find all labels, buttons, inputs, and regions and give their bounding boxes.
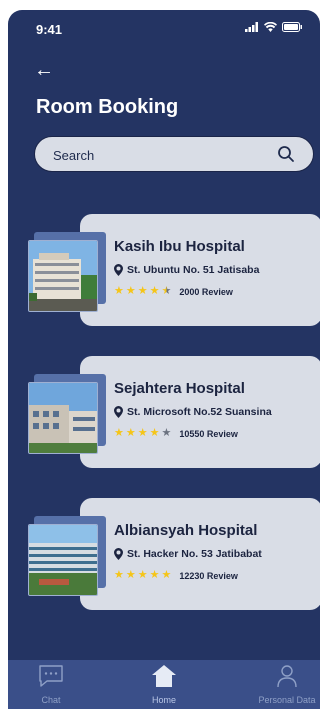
star-icon: ★ [149, 427, 160, 439]
star-icon: ★ [149, 285, 160, 297]
hospital-photo-2 [28, 382, 98, 454]
star-icon: ★ [114, 285, 124, 297]
nav-chat[interactable]: Chat [16, 664, 86, 705]
hospital-name: Albiansyah Hospital [114, 522, 258, 539]
star-icon: ★ [125, 569, 136, 581]
review-count: 2000 Review [179, 286, 233, 297]
hospital-card-2[interactable]: Sejahtera Hospital St. Microsoft No.52 S… [80, 356, 320, 468]
search-input[interactable] [51, 137, 275, 173]
search-bar [34, 136, 314, 173]
star-rating: ★ ★ ★ ★ ★ [114, 428, 171, 439]
hospital-name: Kasih Ibu Hospital [114, 238, 245, 255]
star-icon: ★ [114, 569, 124, 581]
location-pin-icon [114, 548, 123, 560]
star-rating: ★ ★ ★ ★ ★ [114, 286, 171, 297]
star-icon: ★ [161, 285, 172, 297]
star-icon: ★ [125, 285, 136, 297]
nav-personal-data-label: Personal Data [258, 695, 316, 705]
phone-screen: 9:41 ← Room Booking Search Kasih Ibu Hos… [8, 10, 320, 709]
review-count: 10550 Review [179, 428, 238, 439]
user-icon [277, 665, 297, 688]
hospital-photo-1 [28, 240, 98, 312]
star-icon: ★ [149, 569, 160, 581]
signal-icon [245, 22, 258, 32]
star-icon: ★ [137, 569, 148, 581]
address-text: St. Hacker No. 53 Jatibabat [127, 548, 262, 560]
star-icon: ★ [125, 427, 136, 439]
nav-home[interactable]: Home [129, 664, 199, 705]
star-icon: ★ [114, 427, 124, 439]
search-icon[interactable] [277, 145, 295, 163]
rating-row: ★ ★ ★ ★ ★ 12230 Review [114, 570, 238, 581]
status-bar: 9:41 [8, 10, 320, 46]
star-icon: ★ [161, 427, 172, 439]
rating-row: ★ ★ ★ ★ ★ 2000 Review [114, 286, 233, 297]
status-time: 9:41 [36, 22, 63, 37]
back-arrow-icon: ← [34, 59, 54, 81]
page-title: Room Booking [36, 96, 179, 118]
battery-icon [282, 22, 302, 32]
hospital-photo-3 [28, 524, 98, 596]
address-text: St. Ubuntu No. 51 Jatisaba [127, 264, 260, 276]
location-pin-icon [114, 264, 123, 276]
nav-personal-data[interactable]: Personal Data [252, 664, 320, 705]
back-button[interactable]: ← [34, 60, 54, 80]
location-pin-icon [114, 406, 123, 418]
status-icons [245, 22, 302, 32]
hospital-address: St. Microsoft No.52 Suansina [114, 406, 272, 418]
star-icon: ★ [161, 569, 172, 581]
hospital-card-3[interactable]: Albiansyah Hospital St. Hacker No. 53 Ja… [80, 498, 320, 610]
star-icon: ★ [137, 285, 148, 297]
review-count: 12230 Review [179, 570, 238, 581]
nav-chat-label: Chat [41, 695, 61, 705]
address-text: St. Microsoft No.52 Suansina [127, 406, 272, 418]
home-icon [152, 665, 176, 687]
hospital-name: Sejahtera Hospital [114, 380, 245, 397]
hospital-card-1[interactable]: Kasih Ibu Hospital St. Ubuntu No. 51 Jat… [80, 214, 320, 326]
nav-home-label: Home [151, 695, 176, 705]
hospital-address: St. Ubuntu No. 51 Jatisaba [114, 264, 259, 276]
bottom-navigation: Chat Home Personal Data [8, 660, 320, 709]
star-icon: ★ [137, 427, 148, 439]
wifi-icon [264, 22, 277, 32]
rating-row: ★ ★ ★ ★ ★ 10550 Review [114, 428, 238, 439]
hospital-address: St. Hacker No. 53 Jatibabat [114, 548, 262, 560]
star-rating: ★ ★ ★ ★ ★ [114, 570, 171, 581]
chat-icon [39, 665, 63, 687]
